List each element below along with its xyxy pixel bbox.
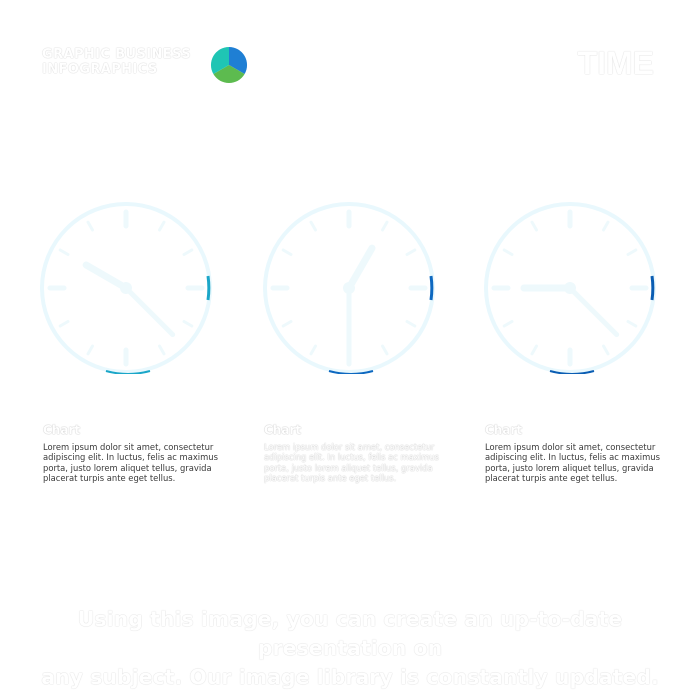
clock-center [120,282,132,294]
logo-icon [210,46,248,84]
card-title: Chart [264,423,302,437]
clock-accent-arc [650,275,655,301]
brand-title: GRAPHIC BUSINESS INFOGRAPHICS [42,47,191,77]
card-text: Lorem ipsum dolor sit amet, consectetur … [485,442,660,484]
info-card-1: Chart Lorem ipsum dolor sit amet, consec… [43,423,218,484]
clock-accent-arc [206,275,211,301]
clock-icon-3 [484,202,656,374]
card-text: Lorem ipsum dolor sit amet, consectetur … [43,442,218,484]
footer-line-1: Using this image, you can create an up-t… [77,607,623,660]
footer-caption: Using this image, you can create an up-t… [0,605,700,692]
card-title: Chart [485,423,523,437]
footer-line-2: any subject. Our image library is consta… [41,665,659,689]
brand-title-line-2: INFOGRAPHICS [42,62,158,77]
clock-icon-1 [40,202,212,374]
page-title: TIME [577,45,654,81]
card-text: Lorem ipsum dolor sit amet, consectetur … [264,442,439,484]
brand-title-line-1: GRAPHIC BUSINESS [42,47,192,62]
info-card-2: Chart Lorem ipsum dolor sit amet, consec… [264,423,439,484]
clock-center [564,282,576,294]
card-title: Chart [43,423,81,437]
clock-accent-arc [429,275,434,301]
clock-center [343,282,355,294]
info-card-3: Chart Lorem ipsum dolor sit amet, consec… [485,423,660,484]
clock-icon-2 [263,202,435,374]
